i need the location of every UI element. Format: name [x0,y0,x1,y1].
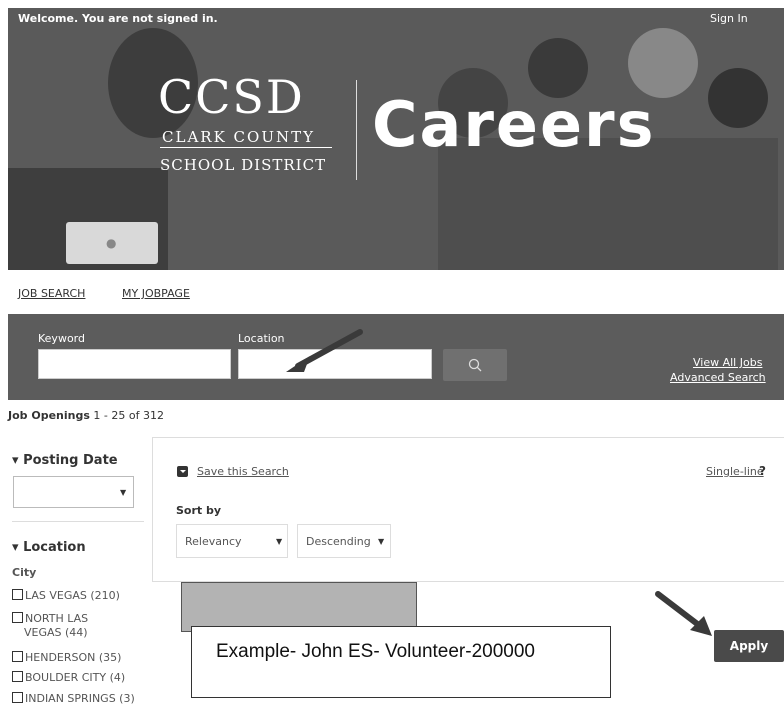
openings-range: 1 - 25 of 312 [93,409,164,422]
checkbox[interactable] [12,692,23,703]
posting-date-heading[interactable]: ▾ Posting Date [12,453,118,468]
logo-line1: CLARK COUNTY [162,128,315,146]
advanced-search-link[interactable]: Advanced Search [670,371,766,384]
checkbox[interactable] [12,589,23,600]
location-title: Location [23,540,86,555]
search-icon [468,358,482,372]
logo-abbr: CCSD [158,70,305,124]
city-label: City [12,566,37,579]
posting-date-title: Posting Date [23,453,118,468]
chevron-down-icon: ▼ [120,488,127,497]
banner-title: Careers [372,88,656,161]
logo-rule [160,147,332,148]
checkbox[interactable] [12,671,23,682]
results-toolbar-panel [152,437,784,582]
checkbox[interactable] [12,651,23,662]
sort-order-value: Descending [306,535,371,548]
city-label: BOULDER CITY (4) [25,671,126,684]
posting-date-select[interactable]: ▼ [13,476,134,508]
apply-button[interactable]: Apply [714,630,784,662]
chevron-down-icon: ▼ [276,537,283,546]
city-checkbox-north-las-vegas[interactable]: NORTH LAS [12,612,88,625]
single-line-link[interactable]: Single-line [706,465,764,478]
sort-order-select[interactable]: Descending ▼ [297,524,391,558]
city-checkbox-boulder-city[interactable]: BOULDER CITY (4) [12,671,125,684]
chevron-down-icon: ▼ [378,537,385,546]
divider [12,521,144,522]
keyword-input[interactable] [38,349,231,379]
arrow-annotation-location [286,329,363,372]
location-label: Location [238,332,285,345]
city-label: NORTH LAS [25,612,89,625]
sort-by-label: Sort by [176,504,222,517]
search-button[interactable] [443,349,507,381]
openings-label: Job Openings [8,409,90,422]
location-heading[interactable]: ▾ Location [12,540,86,555]
checkbox[interactable] [12,612,23,623]
view-all-jobs-link[interactable]: View All Jobs [693,356,762,369]
city-checkbox-indian-springs[interactable]: INDIAN SPRINGS (3) [12,692,135,705]
city-checkbox-las-vegas[interactable]: LAS VEGAS (210) [12,589,120,602]
laptop-image: ● [66,222,158,264]
nav-job-search[interactable]: JOB SEARCH [18,287,85,300]
city-checkbox-henderson[interactable]: HENDERSON (35) [12,651,121,664]
save-search-icon[interactable] [177,466,188,477]
city-label: LAS VEGAS (210) [25,589,120,602]
logo-line2: SCHOOL DISTRICT [160,156,327,174]
job-openings-count: Job Openings 1 - 25 of 312 [8,409,164,422]
city-label: INDIAN SPRINGS (3) [25,692,135,705]
city-label: HENDERSON (35) [25,651,122,664]
banner-photo-shape [708,68,768,128]
sort-field-value: Relevancy [185,535,242,548]
keyword-label: Keyword [38,332,85,345]
sign-in-link[interactable]: Sign In [710,12,748,25]
welcome-text: Welcome. You are not signed in. [18,12,218,25]
example-annotation-text: Example- John ES- Volunteer-200000 [216,641,535,662]
nav-my-jobpage[interactable]: MY JOBPAGE [122,287,190,300]
apple-logo-icon: ● [106,236,117,250]
sort-field-select[interactable]: Relevancy ▼ [176,524,288,558]
redacted-job-title[interactable] [181,582,417,632]
city-label-continued: VEGAS (44) [24,626,88,639]
help-icon[interactable]: ? [759,464,766,478]
save-search-link[interactable]: Save this Search [197,465,289,478]
logo-divider [356,80,357,180]
arrow-annotation-apply [655,591,712,636]
